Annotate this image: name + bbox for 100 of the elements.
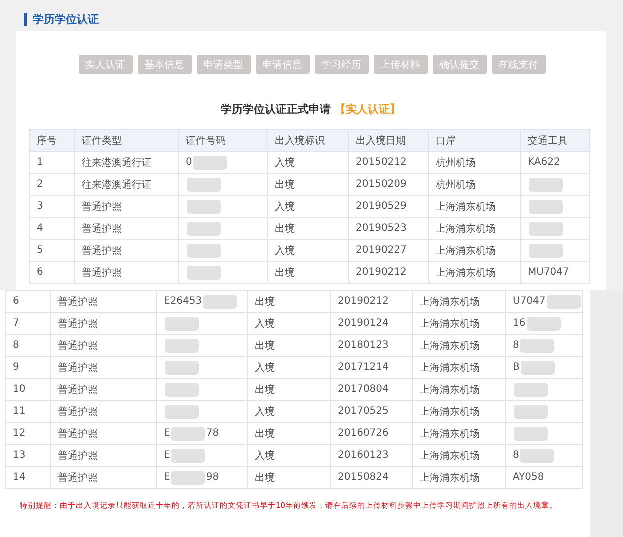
form-step-label: 【实人认证】 (335, 103, 401, 116)
table-cell: 20171214 (338, 362, 389, 373)
table-cell: 2 (37, 178, 44, 190)
table-cell-text: 入境 (255, 362, 275, 374)
table-cell: 3 (37, 200, 44, 212)
table-cell-text: 普通护照 (58, 340, 98, 352)
table-cell: 8 (513, 450, 520, 461)
table-cell-text: 上海浦东机场 (436, 266, 496, 280)
table-cell-text: 上海浦东机场 (420, 428, 480, 440)
table-cell-text: 上海浦东机场 (420, 384, 480, 396)
table-cell-text: 出境 (255, 296, 275, 308)
table-cell: 20190124 (338, 318, 389, 329)
table-cell-text: 普通护照 (82, 222, 122, 236)
table-cell: 10 (13, 384, 26, 395)
table-cell-text: 普通护照 (58, 362, 98, 374)
table-cell-text: 上海浦东机场 (436, 244, 496, 258)
column-header: 序号 (37, 134, 57, 148)
column-header: 交通工具 (528, 134, 568, 148)
table-cell-text: 上海浦东机场 (420, 362, 480, 374)
table-cell: 14 (13, 472, 26, 483)
table-cell-text: 杭州机场 (436, 156, 476, 170)
table-cell-text: 上海浦东机场 (420, 406, 480, 418)
table-cell: 8 (13, 340, 20, 351)
table-cell: 6 (13, 296, 20, 307)
table-cell-text: 入境 (255, 406, 275, 418)
table-cell-text: 普通护照 (58, 450, 98, 462)
table-cell: 1 (37, 156, 44, 168)
table-cell: 20190212 (338, 296, 389, 307)
table-cell-text: 出境 (255, 384, 275, 396)
table-cell: 13 (13, 450, 26, 461)
table-cell: AY058 (513, 472, 544, 483)
table-cell-text: 上海浦东机场 (420, 450, 480, 462)
table-cell-text: 往来港澳通行证 (82, 156, 152, 170)
table-cell: E (164, 450, 170, 461)
page-title: 学历学位认证 (33, 12, 99, 26)
table-cell: 20170525 (338, 406, 389, 417)
table-cell: 20150209 (356, 178, 407, 190)
table-cell: E (164, 428, 170, 439)
table-cell: 20170804 (338, 384, 389, 395)
column-header: 证件号码 (186, 134, 226, 148)
table-cell-text: 出境 (255, 340, 275, 352)
column-header: 口岸 (436, 134, 456, 148)
table-cell-text: 上海浦东机场 (420, 318, 480, 330)
table-cell-text: 出境 (275, 266, 295, 280)
table-cell-text: 普通护照 (58, 406, 98, 418)
table-cell: 5 (37, 244, 44, 256)
table-cell: 16 (513, 318, 526, 329)
table-cell-text: 普通护照 (82, 266, 122, 280)
table-cell-text: 出境 (255, 428, 275, 440)
form-title: 学历学位认证正式申请 (221, 103, 331, 116)
table-cell-text: 出境 (275, 178, 295, 192)
table-cell-text: 上海浦东机场 (436, 200, 496, 214)
table-cell: 20150212 (356, 156, 407, 168)
table-cell: 8 (513, 340, 520, 351)
table-cell: 9 (13, 362, 20, 373)
table-cell: B (513, 362, 520, 373)
table-cell-text: 入境 (275, 244, 295, 258)
table-cell: 4 (37, 222, 44, 234)
column-header: 出入境日期 (356, 134, 406, 148)
table-cell-text: 入境 (255, 450, 275, 462)
table-cell-text: 往来港澳通行证 (82, 178, 152, 192)
table-cell-text: 普通护照 (82, 200, 122, 214)
title-accent (24, 12, 27, 26)
table-cell: 98 (206, 472, 220, 483)
table-cell-text: 入境 (275, 156, 295, 170)
table-cell-text: 上海浦东机场 (436, 222, 496, 236)
table-cell-text: 普通护照 (58, 428, 98, 440)
table-cell: 20160123 (338, 450, 389, 461)
table-cell: 20150824 (338, 472, 389, 483)
table-cell: 20190523 (356, 222, 407, 234)
table-cell-text: 上海浦东机场 (420, 472, 480, 484)
table-cell: 12 (13, 428, 26, 439)
table-cell: U7047 (513, 296, 546, 307)
table-cell: E26453 (164, 296, 202, 307)
table-cell-text: 普通护照 (58, 472, 98, 484)
table-cell: 6 (37, 266, 44, 278)
table-cell-text: 出境 (275, 222, 295, 236)
table-cell: 20160726 (338, 428, 389, 439)
column-header: 证件类型 (82, 134, 122, 148)
table-cell: 20180123 (338, 340, 389, 351)
table-cell: 11 (13, 406, 26, 417)
column-header: 出入境标识 (275, 134, 325, 148)
table-cell-text: 普通护照 (58, 296, 98, 308)
table-cell-text: 杭州机场 (436, 178, 476, 192)
table-cell: MU7047 (528, 266, 570, 278)
table-cell: E (164, 472, 170, 483)
table-cell: 20190529 (356, 200, 407, 212)
table-cell-text: 入境 (255, 318, 275, 330)
table-cell-text: 普通护照 (82, 244, 122, 258)
table-cell: KA622 (528, 156, 560, 168)
table-cell: 0 (186, 157, 192, 168)
table-cell-text: 上海浦东机场 (420, 340, 480, 352)
table-cell-text: 出境 (255, 472, 275, 484)
table-cell: 20190227 (356, 244, 407, 256)
table-cell-text: 上海浦东机场 (420, 296, 480, 308)
table-cell-text: 普通护照 (58, 318, 98, 330)
table-cell-text: 入境 (275, 200, 295, 214)
table-cell: 20190212 (356, 266, 407, 278)
table-cell: 7 (13, 318, 20, 329)
table-cell: 78 (206, 428, 220, 439)
